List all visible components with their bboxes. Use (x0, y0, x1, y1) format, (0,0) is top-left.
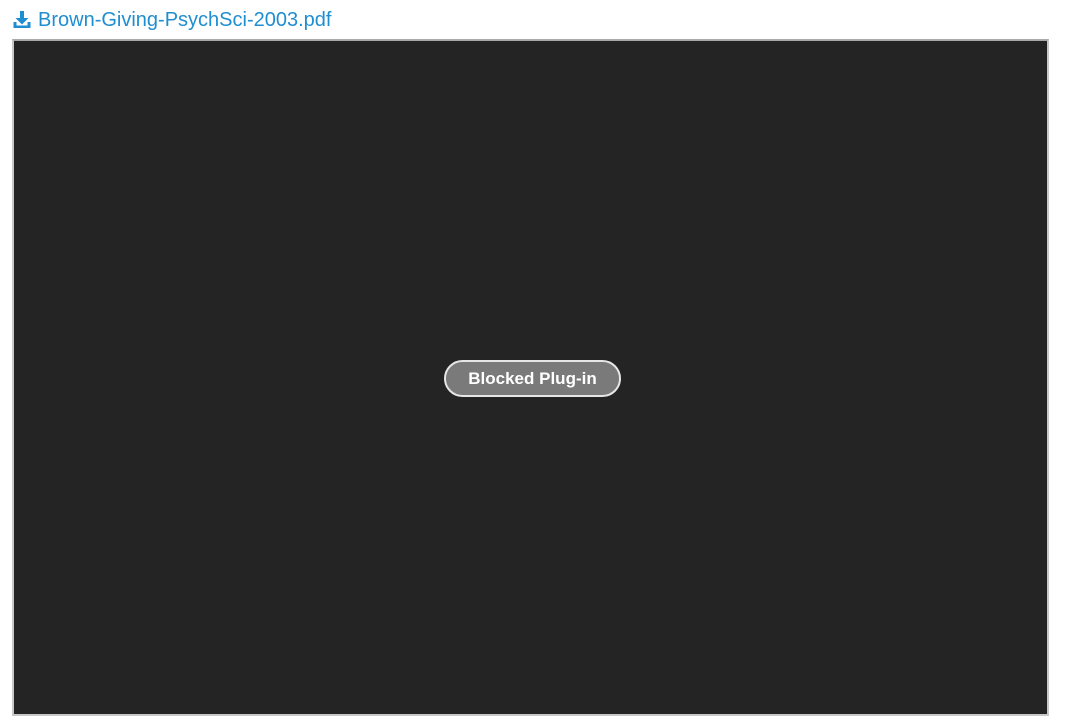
download-link[interactable]: Brown-Giving-PsychSci-2003.pdf (12, 8, 331, 32)
download-icon (12, 10, 32, 30)
page: Brown-Giving-PsychSci-2003.pdf Blocked P… (0, 0, 1066, 728)
blocked-plugin-button[interactable]: Blocked Plug-in (444, 360, 621, 397)
download-filename: Brown-Giving-PsychSci-2003.pdf (38, 9, 332, 31)
embedded-pdf-frame: Blocked Plug-in (12, 39, 1049, 716)
